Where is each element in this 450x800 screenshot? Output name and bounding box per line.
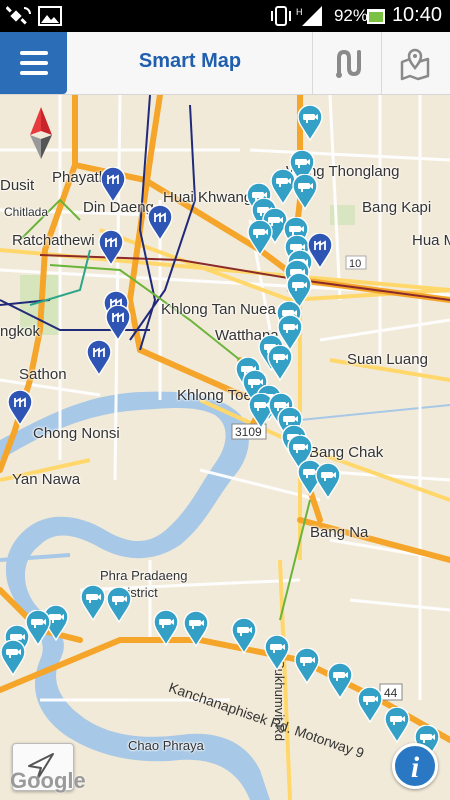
menu-icon	[20, 51, 48, 55]
cctv-camera-icon	[292, 173, 318, 211]
battery-percent: 92%	[333, 6, 368, 25]
cctv-camera-icon	[357, 686, 383, 724]
cctv-camera-icon	[231, 617, 257, 655]
map-pin-icon	[400, 48, 430, 81]
vibrate-icon	[271, 6, 291, 26]
thai-letter-icon	[7, 389, 33, 427]
traffic-camera-marker[interactable]	[267, 344, 293, 382]
place-label: Khlong Tan Nuea	[161, 301, 276, 318]
traffic-camera-marker[interactable]	[315, 462, 341, 500]
thai-letter-icon	[307, 232, 333, 270]
traffic-camera-marker[interactable]	[292, 173, 318, 211]
place-label: Chong Nonsi	[33, 425, 120, 442]
place-label: Dusit	[0, 177, 35, 194]
cctv-camera-icon	[264, 634, 290, 672]
status-bar: H 92% 10:40	[0, 0, 450, 32]
traffic-camera-marker[interactable]	[247, 219, 273, 257]
traffic-camera-marker[interactable]	[231, 617, 257, 655]
image-icon	[38, 6, 62, 26]
google-logo: Google	[10, 768, 86, 793]
cctv-camera-icon	[267, 344, 293, 382]
place-label: Huai Khwang	[163, 189, 253, 206]
place-label: Phra Pradaeng	[100, 568, 188, 583]
traffic-camera-marker[interactable]	[294, 647, 320, 685]
traffic-camera-marker[interactable]	[153, 609, 179, 647]
thai-letter-icon	[86, 339, 112, 377]
battery-icon	[367, 9, 385, 24]
place-label: Suan Luang	[347, 351, 428, 368]
cctv-camera-icon	[294, 647, 320, 685]
traffic-camera-marker[interactable]	[106, 586, 132, 624]
map-place-button[interactable]	[382, 32, 450, 94]
satellite-icon	[6, 6, 31, 25]
page-title: Smart Map	[138, 50, 242, 72]
traffic-camera-marker[interactable]	[0, 639, 26, 677]
svg-text:44: 44	[384, 686, 398, 700]
place-label: Bang Chak	[309, 444, 384, 461]
thai-letter-icon	[105, 304, 131, 342]
thai-letter-icon	[147, 204, 173, 242]
traffic-camera-marker[interactable]	[384, 706, 410, 744]
thai-letter-icon	[100, 166, 126, 204]
junction-marker[interactable]	[7, 389, 33, 428]
hsdpa-signal-icon: H	[296, 6, 322, 26]
clock: 10:40	[391, 4, 442, 26]
svg-text:10: 10	[349, 258, 361, 270]
place-label: Bang Na	[310, 524, 369, 541]
route-button[interactable]	[313, 32, 381, 94]
thai-letter-icon	[98, 229, 124, 267]
info-button[interactable]: i	[392, 743, 438, 789]
place-label: ngkok	[0, 323, 41, 340]
place-label: Bang Kapi	[362, 199, 432, 216]
cctv-camera-icon	[0, 639, 26, 677]
cctv-camera-icon	[80, 584, 106, 622]
menu-icon-bar	[20, 71, 48, 75]
cctv-camera-icon	[106, 586, 132, 624]
compass-icon[interactable]	[28, 105, 54, 160]
cctv-camera-icon	[315, 462, 341, 500]
map-view[interactable]: 10 3109 44 Dusit Chitlada Phayathai Din …	[0, 95, 450, 800]
cctv-camera-icon	[183, 610, 209, 648]
svg-text:H: H	[296, 7, 303, 17]
junction-marker[interactable]	[100, 166, 126, 205]
traffic-camera-marker[interactable]	[264, 634, 290, 672]
traffic-camera-marker[interactable]	[183, 610, 209, 648]
cctv-camera-icon	[384, 706, 410, 744]
traffic-camera-marker[interactable]	[80, 584, 106, 622]
junction-marker[interactable]	[98, 229, 124, 268]
junction-marker[interactable]	[105, 304, 131, 343]
place-label: Yan Nawa	[12, 471, 81, 488]
place-label: Chao Phraya	[128, 738, 204, 753]
route-icon	[336, 49, 361, 78]
cctv-camera-icon	[297, 104, 323, 142]
place-label: Ratchathewi	[12, 232, 95, 249]
cctv-camera-icon	[327, 662, 353, 700]
junction-marker[interactable]	[86, 339, 112, 378]
cctv-camera-icon	[247, 219, 273, 257]
route-shield-44: 44	[379, 683, 403, 701]
menu-button[interactable]	[0, 32, 67, 94]
traffic-camera-marker[interactable]	[357, 686, 383, 724]
menu-icon-bar	[20, 61, 48, 65]
info-icon: i	[410, 751, 420, 784]
place-label: Sathon	[19, 366, 67, 383]
route-shield-10: 10	[345, 255, 367, 270]
cctv-camera-icon	[153, 609, 179, 647]
place-label: Hua M	[412, 232, 450, 249]
road-label: Sukhumvit Rd	[272, 660, 287, 741]
app-bar: Smart Map	[0, 32, 450, 95]
place-label: Chitlada	[4, 205, 49, 219]
junction-marker[interactable]	[147, 204, 173, 243]
traffic-camera-marker[interactable]	[297, 104, 323, 142]
traffic-camera-marker[interactable]	[327, 662, 353, 700]
junction-marker[interactable]	[307, 232, 333, 271]
